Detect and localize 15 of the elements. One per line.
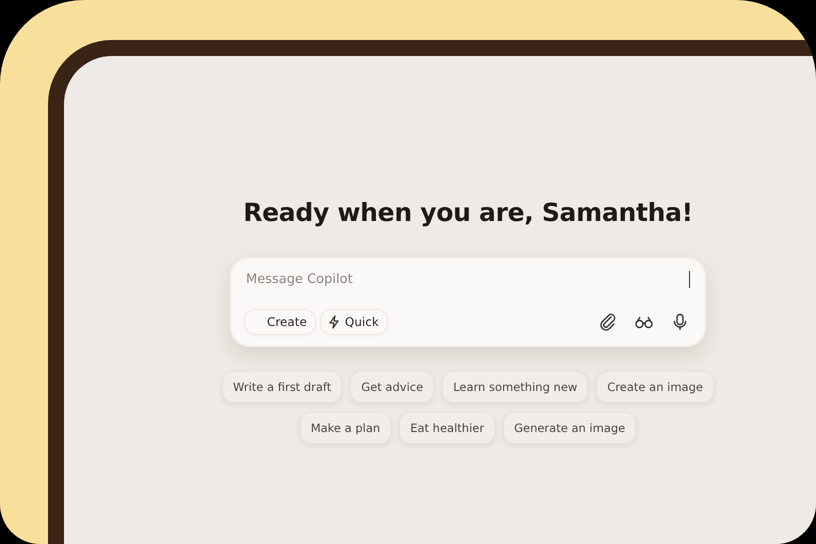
suggestion-chip[interactable]: Make a plan — [300, 412, 392, 444]
create-mode-button[interactable]: Create — [244, 309, 316, 335]
suggestion-chip[interactable]: Write a first draft — [222, 371, 342, 403]
lightning-icon — [328, 315, 340, 329]
text-cursor — [688, 271, 690, 288]
suggestion-chip[interactable]: Get advice — [350, 371, 434, 403]
greeting-heading: Ready when you are, Samantha! — [243, 198, 693, 227]
suggestion-chip[interactable]: Learn something new — [442, 371, 588, 403]
message-composer[interactable]: Message Copilot Create Quick — [230, 257, 706, 347]
suggestion-chip[interactable]: Create an image — [596, 371, 714, 403]
paperclip-icon[interactable] — [598, 312, 618, 332]
message-input-field[interactable]: Message Copilot — [244, 272, 688, 287]
suggestion-chip[interactable]: Eat healthier — [399, 412, 496, 444]
quick-mode-button[interactable]: Quick — [320, 309, 388, 335]
suggestion-chip[interactable]: Generate an image — [503, 412, 636, 444]
